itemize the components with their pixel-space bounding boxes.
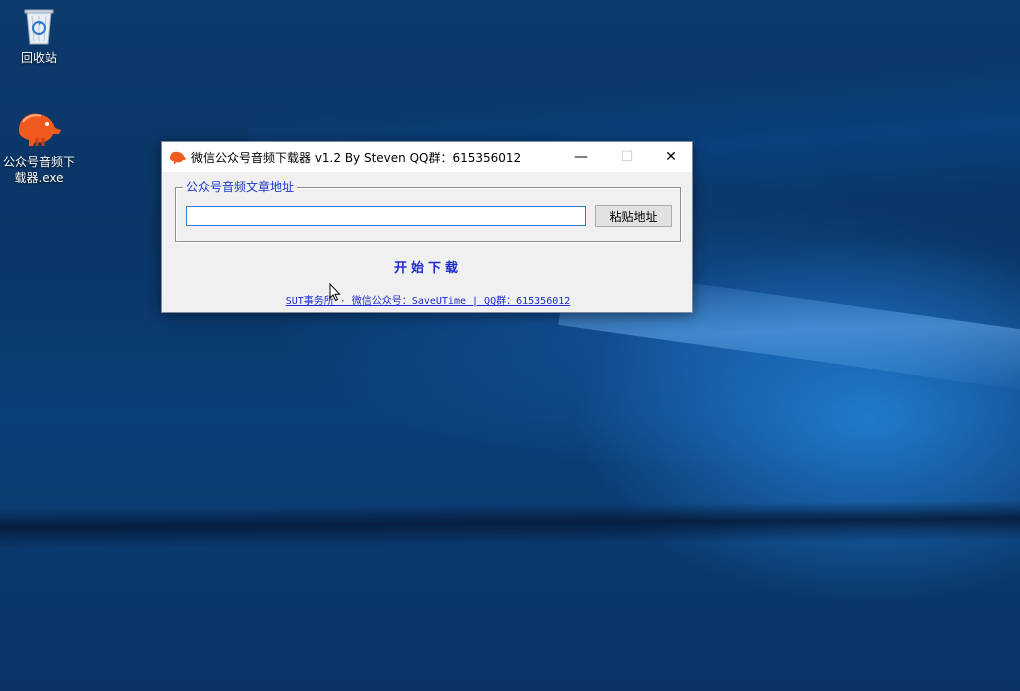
wechat-audio-downloader-icon [13, 108, 65, 148]
close-icon: ✕ [665, 149, 677, 165]
minimize-icon: — [574, 149, 588, 165]
start-download-button[interactable]: 开始下载 [368, 256, 488, 276]
recycle-bin-icon [21, 4, 57, 45]
minimize-button[interactable]: — [558, 142, 604, 172]
desktop-icon-downloader-exe[interactable]: 公众号音频下 载器.exe [1, 108, 77, 186]
desktop-background: 回收站 公众号音频下 载器.exe 微信公众号音频下载器 v1.2 By Ste… [0, 0, 1020, 691]
maximize-button[interactable]: ☐ [604, 142, 650, 172]
window-titlebar[interactable]: 微信公众号音频下载器 v1.2 By Steven QQ群：615356012 … [162, 142, 692, 172]
article-url-group: 公众号音频文章地址 粘贴地址 [175, 179, 681, 242]
maximize-icon: ☐ [620, 149, 634, 165]
wallpaper-dark-band [0, 500, 1020, 550]
paste-url-button[interactable]: 粘贴地址 [595, 205, 672, 227]
desktop-icon-label-line1: 公众号音频下 [2, 155, 75, 169]
window-title: 微信公众号音频下载器 v1.2 By Steven QQ群：615356012 [191, 150, 522, 165]
desktop-icon-recycle-bin[interactable]: 回收站 [1, 4, 77, 66]
desktop-icon-label-line2: 载器.exe [14, 171, 64, 185]
group-label: 公众号音频文章地址 [183, 179, 298, 195]
close-button[interactable]: ✕ [648, 142, 694, 172]
downloader-window: 微信公众号音频下载器 v1.2 By Steven QQ群：615356012 … [161, 141, 693, 313]
article-url-input[interactable] [186, 206, 586, 226]
desktop-icon-label: 回收站 [20, 51, 57, 65]
app-title-icon [170, 151, 186, 164]
footer-info-link[interactable]: SUT事务所 · 微信公众号：SaveUTime | QQ群：615356012 [162, 292, 694, 307]
